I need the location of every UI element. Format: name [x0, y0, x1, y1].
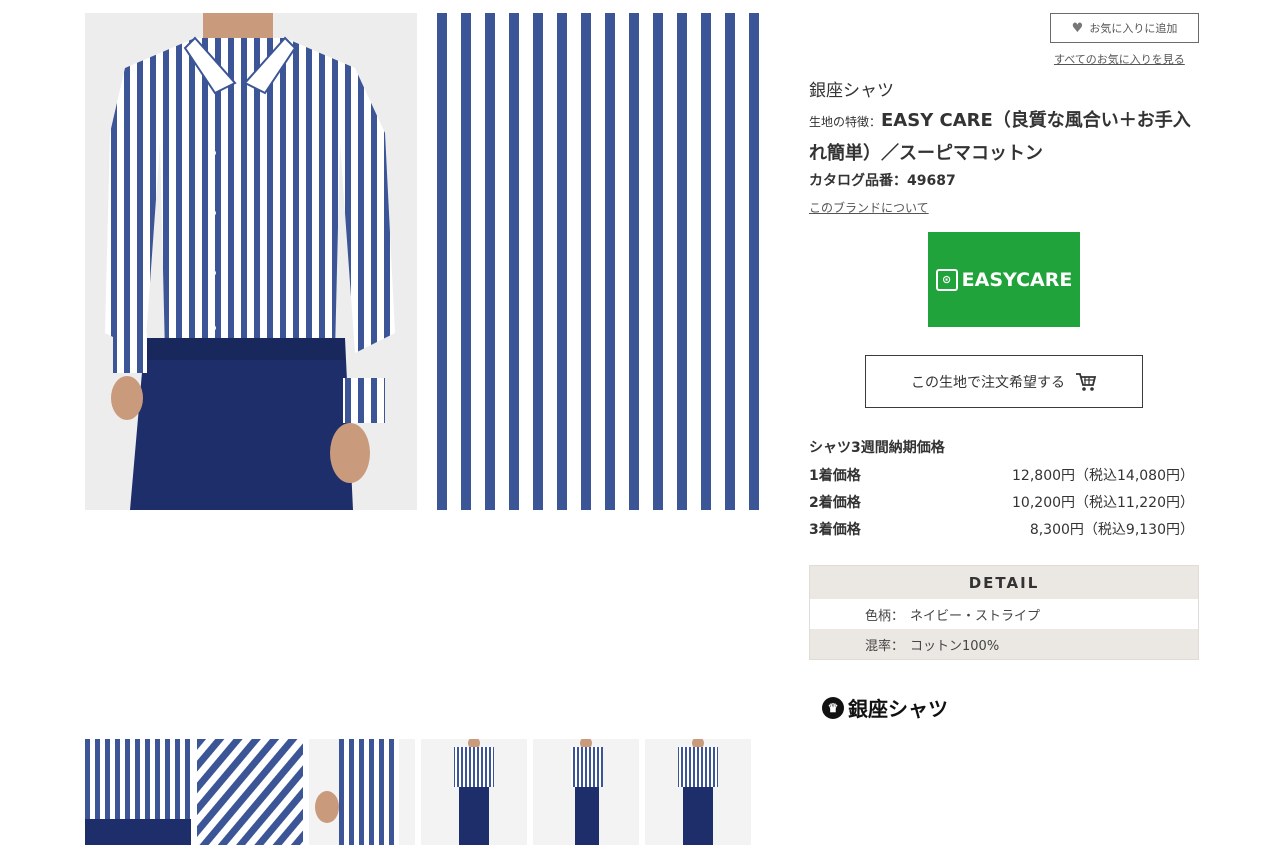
detail-row: 混率： コットン100%: [810, 629, 1198, 659]
detail-row: 色柄： ネイビー・ストライプ: [810, 599, 1198, 629]
main-product-photo[interactable]: [85, 13, 417, 510]
price-row: 3着価格 8,300円（税込9,130円）: [809, 515, 1194, 542]
thumbnail-side-full[interactable]: [533, 739, 639, 845]
brand-logo[interactable]: ♛ 銀座シャツ: [822, 693, 948, 722]
detail-heading: DETAIL: [810, 566, 1198, 599]
brand-logo-text: 銀座シャツ: [848, 697, 948, 721]
fabric-feature-label: 生地の特徴：: [809, 115, 882, 129]
thumbnail-fabric-diagonal[interactable]: [197, 739, 303, 845]
detail-panel: DETAIL 色柄： ネイビー・ストライプ 混率： コットン100%: [809, 565, 1199, 660]
detail-value: ネイビー・ストライプ: [910, 608, 1041, 624]
price-qty: 3着価格: [809, 521, 861, 538]
price-row: 2着価格 10,200円（税込11,220円）: [809, 488, 1194, 515]
detail-key: 色柄：: [865, 608, 905, 624]
price-row: 1着価格 12,800円（税込14,080円）: [809, 461, 1194, 488]
price-section-title: シャツ3週間納期価格: [809, 440, 945, 456]
easycare-badge-text: EASYCARE: [961, 268, 1073, 291]
detail-value: コットン100%: [910, 638, 1000, 654]
price-value: 10,200円（税込11,220円）: [1012, 494, 1194, 511]
price-qty: 2着価格: [809, 494, 861, 511]
detail-key: 混率：: [865, 638, 905, 654]
view-all-favorites-link[interactable]: すべてのお気に入りを見る: [1054, 51, 1185, 67]
thumbnail-sleeve-cuff[interactable]: [309, 739, 415, 845]
thumbnail-front-full[interactable]: [421, 739, 527, 845]
order-fabric-button[interactable]: この生地で注文希望する: [865, 355, 1143, 408]
price-value: 12,800円（税込14,080円）: [1012, 467, 1194, 484]
brand-title: 銀座シャツ: [809, 81, 894, 101]
fabric-feature: 生地の特徴：EASY CARE（良質な風合い＋お手入れ簡単）／スーピマコットン: [809, 105, 1199, 169]
order-fabric-label: この生地で注文希望する: [911, 374, 1065, 391]
thumbnail-closeup[interactable]: [85, 739, 191, 845]
price-value: 8,300円（税込9,130円）: [1029, 521, 1194, 538]
add-to-favorites-label: お気に入りに追加: [1089, 22, 1178, 35]
heart-icon: ♥: [1071, 20, 1084, 36]
thumbnail-gallery: [85, 739, 751, 845]
about-brand-link[interactable]: このブランドについて: [809, 199, 929, 216]
shirt-model-image: [85, 13, 417, 510]
easycare-badge: ⊙ EASYCARE: [928, 232, 1080, 327]
easycare-icon: ⊙: [935, 268, 958, 291]
thumbnail-pocket-full[interactable]: [645, 739, 751, 845]
logo-mark-icon: ♛: [822, 696, 844, 719]
fabric-swatch-photo[interactable]: [437, 13, 769, 510]
add-to-favorites-button[interactable]: ♥ お気に入りに追加: [1050, 13, 1199, 43]
price-qty: 1着価格: [809, 467, 861, 484]
catalog-number: カタログ品番：49687: [809, 173, 956, 189]
cart-icon: [1076, 372, 1097, 391]
price-table: 1着価格 12,800円（税込14,080円） 2着価格 10,200円（税込1…: [809, 461, 1194, 542]
